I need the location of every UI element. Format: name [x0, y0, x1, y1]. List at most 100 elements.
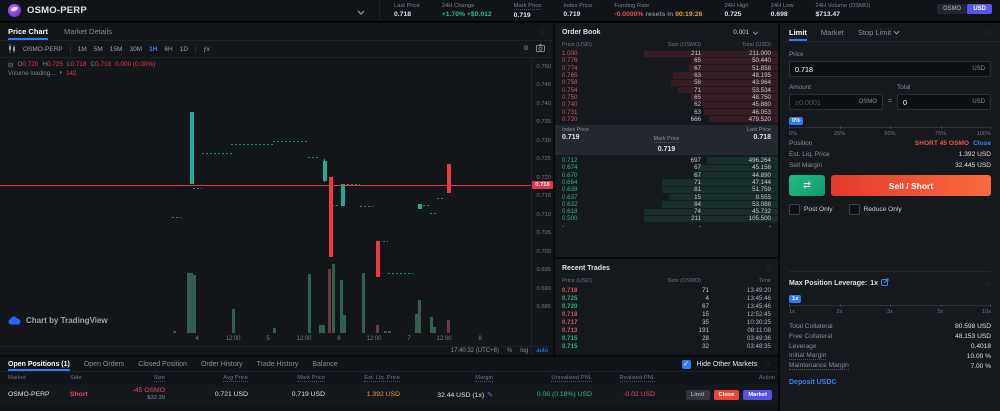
bid-row[interactable]: 0.674 67 45.158: [555, 164, 778, 171]
candle[interactable]: [447, 164, 451, 193]
grouping-select[interactable]: 0.001 ◌: [733, 28, 771, 37]
position-row[interactable]: OSMO-PERP Short -45 OSMO $32.39 0.721 USD 0.7…: [0, 384, 778, 405]
ask-row[interactable]: 0.731 63 46.053: [555, 108, 778, 116]
drag-handle-icon[interactable]: ◌: [986, 28, 991, 37]
ask-row[interactable]: 0.754 71 53.534: [555, 86, 778, 94]
tab-limit[interactable]: Limit: [789, 23, 807, 41]
trade-row[interactable]: 0.713 191 08:11:08: [555, 326, 778, 334]
chart-area[interactable]: ⊟ O0.720 H0.725 L0.718 C0.718 0.000 (0.00%)…: [0, 58, 553, 355]
tab-market[interactable]: Market: [821, 23, 844, 41]
ask-row[interactable]: 0.750 65 48.750: [555, 94, 778, 101]
camera-icon[interactable]: [536, 44, 545, 54]
bid-row[interactable]: ---: [555, 223, 778, 230]
trade-row[interactable]: 0.717 35 10:30:25: [555, 318, 778, 326]
checkbox-box[interactable]: [848, 204, 860, 215]
timeframe-1m[interactable]: 1M: [78, 46, 87, 53]
ask-row[interactable]: 0.765 63 48.195: [555, 72, 778, 79]
tradingview-attribution[interactable]: Chart by TradingView: [8, 316, 108, 325]
trade-row[interactable]: 0.718 71 13:49:20: [555, 286, 778, 294]
ask-row[interactable]: 0.758 58 43.964: [555, 79, 778, 86]
unit-toggle[interactable]: OSMO USD: [936, 4, 992, 14]
tab-open-orders[interactable]: Open Orders: [84, 357, 124, 371]
drag-handle-icon[interactable]: ◌: [540, 27, 545, 36]
market-order-button[interactable]: Market: [743, 389, 772, 400]
bid-row[interactable]: 0.618 74 45.732: [555, 208, 778, 215]
checkbox-box[interactable]: [789, 204, 800, 215]
tab-trade-history[interactable]: Trade History: [257, 357, 299, 371]
price-axis[interactable]: 0.750 0.745 0.740 0.735 0.730 0.725 0.720 0.715…: [531, 58, 553, 355]
candle[interactable]: [329, 177, 333, 258]
hide-other-markets-checkbox[interactable]: ✓: [681, 359, 691, 369]
price-input[interactable]: 0.718 USD: [789, 61, 991, 77]
trade-row[interactable]: 0.718 15 12:52:45: [555, 310, 778, 318]
trade-row[interactable]: 0.715 32 03:48:35: [555, 342, 778, 350]
close-position-link[interactable]: Close: [973, 140, 991, 147]
timeframe-15m[interactable]: 15M: [110, 46, 123, 53]
ask-row[interactable]: 0.774 67 51.858: [555, 65, 778, 72]
ask-row[interactable]: 1.000 211 211.000: [555, 50, 778, 57]
limit-order-button[interactable]: Limit: [685, 389, 710, 400]
tab-order-history[interactable]: Order History: [201, 357, 243, 371]
toggle-usd[interactable]: USD: [967, 4, 992, 14]
tab-market-details[interactable]: Market Details: [64, 23, 112, 40]
bid-row[interactable]: 0.632 84 53.088: [555, 201, 778, 208]
tab-price-chart[interactable]: Price Chart: [8, 23, 49, 40]
trade-row[interactable]: 0.715 28 03:49:36: [555, 334, 778, 342]
bid-row[interactable]: 0.637 15 9.555: [555, 193, 778, 201]
checkbox-post-only[interactable]: Post Only: [789, 204, 833, 215]
drag-handle-icon[interactable]: ◌: [766, 28, 771, 37]
deposit-usdc-link[interactable]: Deposit USDC: [789, 379, 991, 386]
bid-row[interactable]: 0.664 71 47.144: [555, 179, 778, 186]
timeframe-1h[interactable]: 1H: [149, 46, 157, 53]
timeframe-6h[interactable]: 6H: [164, 46, 172, 53]
tab-open-positions-1-[interactable]: Open Positions (1): [8, 357, 70, 371]
amount-input[interactable]: ≥0.0001 OSMO: [789, 94, 883, 110]
edit-leverage-icon[interactable]: [881, 278, 889, 288]
gear-icon[interactable]: ⚙: [523, 44, 529, 54]
leverage-slider[interactable]: 1x 1x 2x 3x 5x 10x: [789, 295, 991, 315]
close-order-button[interactable]: Close: [713, 389, 740, 400]
checkbox-reduce-only[interactable]: Reduce Only: [848, 204, 902, 215]
drag-handle-icon[interactable]: ◌: [986, 279, 991, 288]
tab-closed-position[interactable]: Closed Position: [138, 357, 187, 371]
drag-handle-icon[interactable]: ◌: [765, 360, 770, 369]
timeframe-5m[interactable]: 5M: [94, 46, 103, 53]
candle[interactable]: [341, 183, 345, 206]
sell-short-button[interactable]: Sell / Short: [831, 175, 991, 196]
candle[interactable]: [190, 112, 194, 185]
tab-balance[interactable]: Balance: [312, 357, 337, 371]
bid-row[interactable]: 0.712 697 496.264: [555, 157, 778, 164]
bid-row[interactable]: 0.670 67 44.890: [555, 172, 778, 179]
indicators-icon[interactable]: ƒx: [203, 46, 210, 53]
price-input-value[interactable]: 0.718: [795, 65, 813, 74]
amount-placeholder[interactable]: ≥0.0001: [795, 98, 821, 107]
ask-row[interactable]: 0.740 62 45.880: [555, 101, 778, 108]
candle[interactable]: [323, 161, 327, 182]
candlestick-icon[interactable]: [8, 43, 16, 55]
total-input[interactable]: 0 USD: [897, 94, 991, 110]
auto-scale-button[interactable]: auto: [536, 348, 548, 354]
chart-plot[interactable]: [0, 58, 531, 355]
drag-handle-icon[interactable]: ◌: [766, 264, 771, 273]
trade-row[interactable]: 0.720 67 13:45:46: [555, 302, 778, 310]
toolbar-symbol[interactable]: OSMO-PERP: [23, 46, 63, 53]
ask-row[interactable]: 0.720 666 479.520: [555, 116, 778, 123]
attribution-text[interactable]: Chart by TradingView: [26, 316, 108, 325]
timeframe-30m[interactable]: 30M: [129, 46, 142, 53]
bid-row[interactable]: 0.639 81 51.759: [555, 186, 778, 193]
chevron-down-icon[interactable]: [357, 2, 365, 20]
time-axis[interactable]: 4 12:00 5 12:00 6 12:00 7 12:00 8: [0, 336, 531, 346]
slider-badge[interactable]: 0%: [789, 117, 804, 125]
timeframe-1d[interactable]: 1D: [180, 46, 188, 53]
collapse-legend-icon[interactable]: ⊟: [8, 61, 13, 69]
slider-badge[interactable]: 1x: [789, 295, 802, 303]
trade-row[interactable]: 0.725 4 13:45:46: [555, 294, 778, 302]
total-input-value[interactable]: 0: [903, 98, 907, 107]
candle[interactable]: [418, 204, 422, 210]
market-selector[interactable]: OSMO-PERP: [0, 0, 380, 21]
toggle-osmo[interactable]: OSMO: [937, 4, 967, 14]
ask-row[interactable]: 0.776 65 50.440: [555, 57, 778, 64]
percent-scale-button[interactable]: %: [507, 348, 512, 354]
candle[interactable]: [376, 240, 380, 278]
amount-percent-slider[interactable]: 0% 0% 25% 50% 75% 100%: [789, 117, 991, 137]
